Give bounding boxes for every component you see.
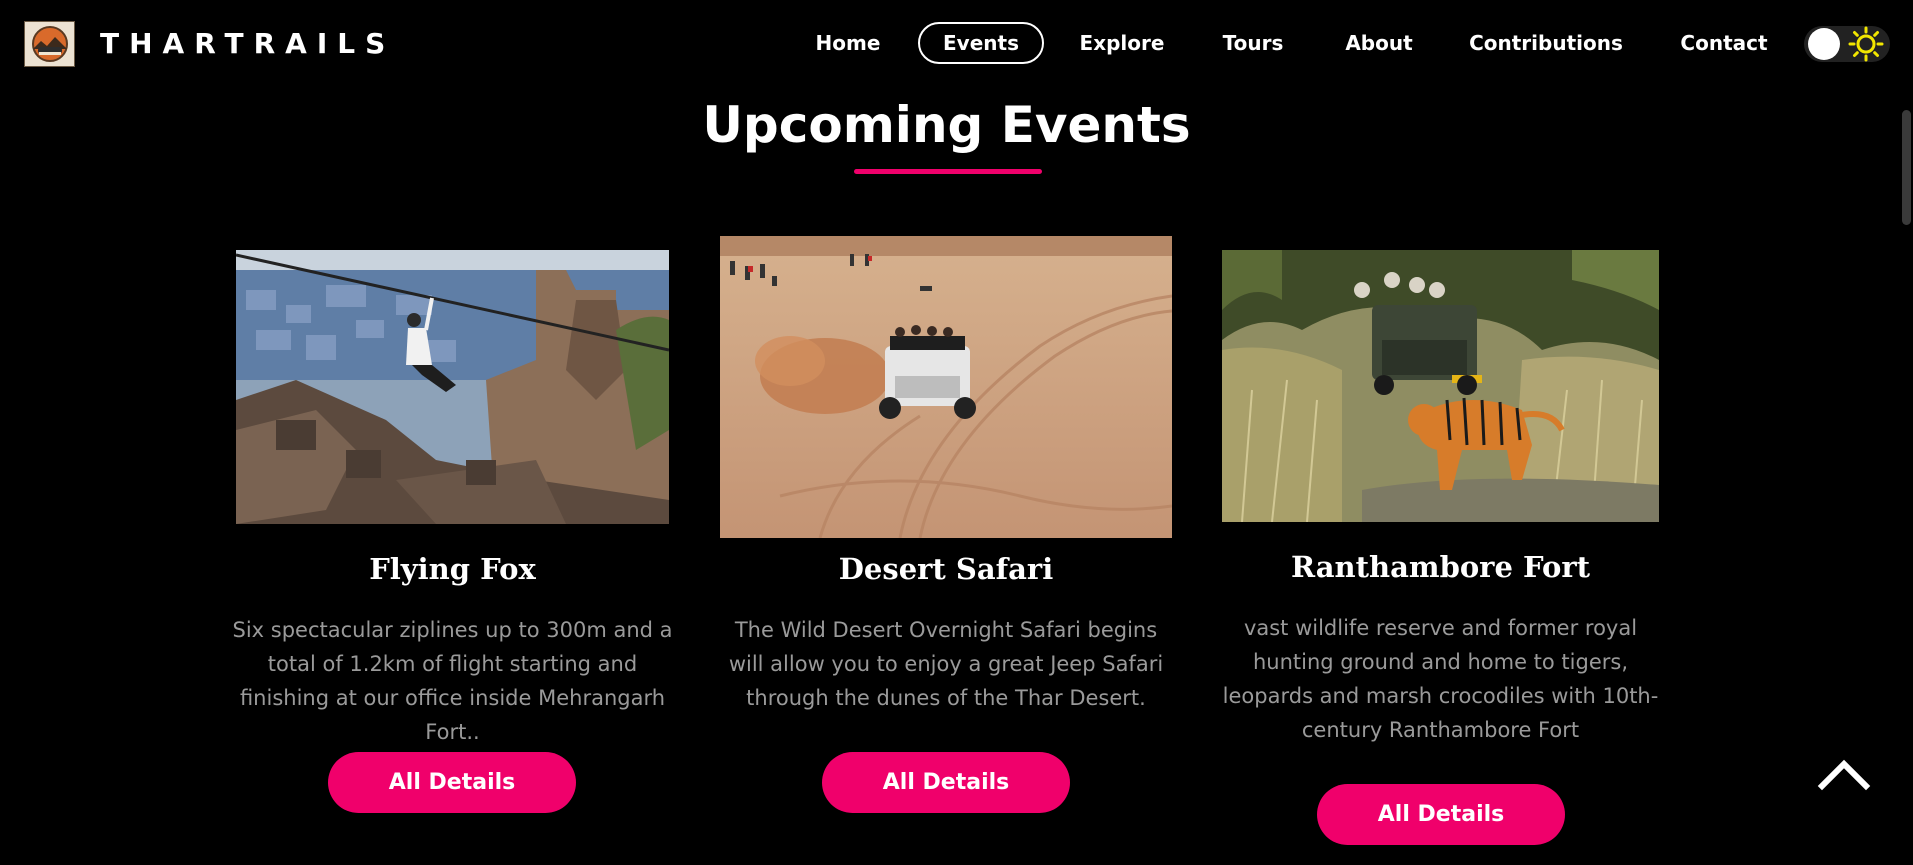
- nav-about[interactable]: About: [1338, 22, 1420, 64]
- tiger-safari-photo: [1222, 250, 1659, 522]
- theme-toggle[interactable]: [1804, 26, 1890, 62]
- zipline-fort-photo: [236, 250, 669, 524]
- page-scrollbar[interactable]: [1899, 110, 1913, 225]
- event-description-desert-safari: The Wild Desert Overnight Safari begins …: [728, 618, 1164, 710]
- all-details-button-flying-fox[interactable]: All Details: [328, 752, 576, 813]
- all-details-button-desert-safari[interactable]: All Details: [822, 752, 1070, 813]
- section-title: Upcoming Events: [702, 96, 1191, 154]
- toggle-knob: [1808, 28, 1840, 60]
- event-title-flying-fox: Flying Fox: [369, 552, 536, 586]
- all-details-button-ranthambore-fort[interactable]: All Details: [1317, 784, 1565, 845]
- nav-events[interactable]: Events: [918, 22, 1044, 64]
- chevron-up-icon[interactable]: [1816, 756, 1872, 792]
- navbar: THARTRAILS Home Events Explore Tours Abo…: [0, 0, 1913, 88]
- desert-jeep-photo: [720, 236, 1172, 538]
- nav-contributions[interactable]: Contributions: [1466, 22, 1626, 64]
- event-title-ranthambore-fort: Ranthambore Fort: [1290, 550, 1591, 584]
- nav-tours[interactable]: Tours: [1212, 22, 1294, 64]
- scrollbar-thumb[interactable]: [1902, 110, 1911, 225]
- title-underline: [854, 169, 1042, 174]
- event-title-desert-safari: Desert Safari: [838, 552, 1054, 586]
- nav-contact[interactable]: Contact: [1676, 22, 1772, 64]
- nav-home[interactable]: Home: [806, 22, 890, 64]
- nav-explore[interactable]: Explore: [1072, 22, 1172, 64]
- event-description-ranthambore-fort: vast wildlife reserve and former royal h…: [1222, 616, 1659, 742]
- thartrails-logo-icon[interactable]: [24, 21, 75, 67]
- event-description-flying-fox: Six spectacular ziplines up to 300m and …: [232, 618, 673, 744]
- sun-icon: [1848, 26, 1884, 62]
- brand-name[interactable]: THARTRAILS: [100, 26, 395, 62]
